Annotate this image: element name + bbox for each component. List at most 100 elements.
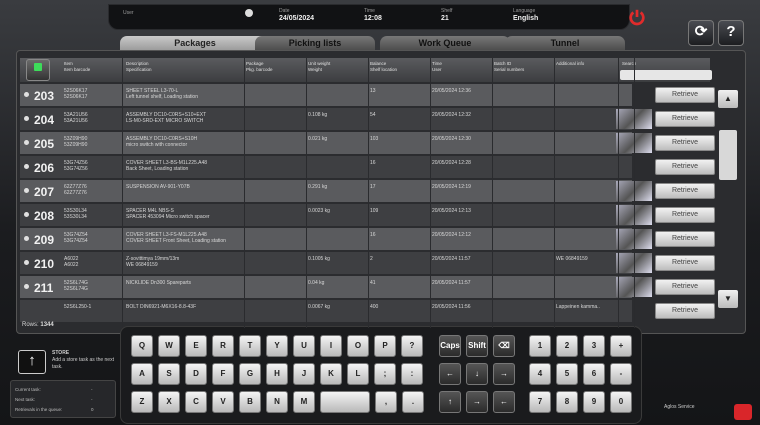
col-balance[interactable]: Balance Shelf location (370, 61, 397, 73)
scroll-down-button[interactable]: ▼ (718, 290, 738, 308)
key[interactable]: R (212, 335, 234, 357)
key[interactable]: + (610, 335, 632, 357)
tab-packages[interactable]: Packages (120, 36, 270, 50)
key[interactable]: D (185, 363, 207, 385)
scrollbar-thumb[interactable] (719, 130, 737, 180)
key[interactable]: K (320, 363, 342, 385)
key[interactable]: ; (374, 363, 396, 385)
key[interactable]: 1 (529, 335, 551, 357)
table-row[interactable]: 206 53G74Z56 53G74Z56 COVER SHEET L3-BS-M1… (20, 156, 632, 178)
key[interactable]: E (185, 335, 207, 357)
power-icon[interactable] (628, 8, 646, 26)
language-display[interactable]: Language English (513, 8, 538, 22)
key[interactable]: 2 (556, 335, 578, 357)
key[interactable]: 4 (529, 363, 551, 385)
camera-icon[interactable]: ⟳ (688, 20, 714, 46)
retrieve-button[interactable]: Retrieve (655, 87, 715, 103)
tab-work-queue[interactable]: Work Queue (380, 36, 510, 50)
arrow-key-icon[interactable]: ↓ (466, 363, 488, 385)
key[interactable]: 8 (556, 391, 578, 413)
arrow-key-icon[interactable]: → (493, 363, 515, 385)
retrieve-button[interactable]: Retrieve (655, 183, 715, 199)
key[interactable]: J (293, 363, 315, 385)
cell-time: 20/05/2024 11:56 (432, 304, 471, 310)
key[interactable]: A (131, 363, 153, 385)
store-button[interactable]: ↑ (18, 350, 46, 374)
retrieve-button[interactable]: Retrieve (655, 159, 715, 175)
key[interactable]: F (212, 363, 234, 385)
key[interactable]: , (375, 391, 397, 413)
table-row[interactable]: 209 53G74Z54 53G74Z54 COVER SHEET L3-FS-M1… (20, 228, 632, 250)
key[interactable]: 9 (583, 391, 605, 413)
key[interactable]: ⌫ (493, 335, 515, 357)
key[interactable]: Y (266, 335, 288, 357)
arrow-key-icon[interactable]: ↑ (439, 391, 461, 413)
row-status-icon (24, 260, 29, 265)
key[interactable]: X (158, 391, 180, 413)
col-weight[interactable]: Unit weight Weight (308, 61, 330, 73)
key[interactable]: I (320, 335, 342, 357)
retrieve-button[interactable]: Retrieve (655, 111, 715, 127)
key[interactable]: T (239, 335, 261, 357)
key[interactable]: V (212, 391, 234, 413)
key[interactable]: C (185, 391, 207, 413)
key[interactable]: H (266, 363, 288, 385)
col-package[interactable]: Package Pkg. barcode (246, 61, 273, 73)
scroll-up-button[interactable]: ▲ (718, 90, 738, 108)
key[interactable]: ? (401, 335, 423, 357)
col-description[interactable]: Description Specification (126, 61, 152, 73)
key[interactable]: B (239, 391, 261, 413)
key[interactable]: Z (131, 391, 153, 413)
key[interactable]: : (401, 363, 423, 385)
key[interactable]: - (610, 363, 632, 385)
retrieve-button[interactable]: Retrieve (655, 279, 715, 295)
cell-desc: SPACER M4L NBS-S SPACER 453094 Micro swi… (126, 208, 210, 220)
table-row[interactable]: 208 53S30L34 53S30L34 SPACER M4L NBS-S SPA… (20, 204, 632, 226)
row-status-icon (24, 140, 29, 145)
col-time[interactable]: Time User (432, 61, 442, 73)
tab-tunnel[interactable]: Tunnel (505, 36, 625, 50)
table-row[interactable]: 203 52S06K17 52S06K17 SHEET STEEL L3-70-L … (20, 84, 632, 106)
key[interactable]: 3 (583, 335, 605, 357)
retrieve-button[interactable]: Retrieve (655, 255, 715, 271)
table-row[interactable]: 52S6L250-1 BOLT DIN6921-M6X16-8.8-43F 0.00… (20, 300, 632, 322)
arrow-key-icon[interactable]: ← (493, 391, 515, 413)
key[interactable]: 6 (583, 363, 605, 385)
tab-picking-lists[interactable]: Picking lists (255, 36, 375, 50)
retrieve-button[interactable]: Retrieve (655, 207, 715, 223)
key[interactable]: Caps (439, 335, 461, 357)
key[interactable]: W (158, 335, 180, 357)
key[interactable]: 0 (610, 391, 632, 413)
col-item[interactable]: Item Item barcode (64, 61, 90, 73)
exit-icon[interactable] (734, 404, 752, 420)
key[interactable]: S (158, 363, 180, 385)
key[interactable]: . (402, 391, 424, 413)
retrieve-button[interactable]: Retrieve (655, 135, 715, 151)
key[interactable]: U (293, 335, 315, 357)
add-button[interactable] (26, 59, 50, 81)
table-row[interactable]: 204 53A21U56 53A21U56 ASSEMBLY DC10-C0RS+S… (20, 108, 632, 130)
key[interactable]: M (293, 391, 315, 413)
col-batch[interactable]: Batch ID Serial numbers (494, 61, 524, 73)
table-row[interactable]: 211 52S6L74G 52S6L74G NICKLIDE Dn300 Spare… (20, 276, 632, 298)
key[interactable]: N (266, 391, 288, 413)
key[interactable]: L (347, 363, 369, 385)
col-additional-info[interactable]: Additional info (556, 61, 584, 67)
key[interactable]: O (347, 335, 369, 357)
key[interactable]: Q (131, 335, 153, 357)
key[interactable]: Shift (466, 335, 488, 357)
key[interactable]: P (374, 335, 396, 357)
retrieve-button[interactable]: Retrieve (655, 303, 715, 319)
key[interactable] (320, 391, 370, 413)
key[interactable]: 7 (529, 391, 551, 413)
key[interactable]: 5 (556, 363, 578, 385)
arrow-key-icon[interactable]: → (466, 391, 488, 413)
retrieve-button[interactable]: Retrieve (655, 231, 715, 247)
arrow-key-icon[interactable]: ← (439, 363, 461, 385)
table-row[interactable]: 210 A6022 A6022 Z-sovittimya 19mm/13m WE 0… (20, 252, 632, 274)
help-button[interactable]: ? (718, 20, 744, 46)
key[interactable]: G (239, 363, 261, 385)
date-display: Date 24/05/2024 (279, 8, 315, 22)
table-row[interactable]: 205 53Z09H90 53Z09H90 ASSEMBLY DC10-C0RS+S… (20, 132, 632, 154)
table-row[interactable]: 207 62Z77Z76 62Z77Z76 SUSPENSION AV-901-Y0… (20, 180, 632, 202)
